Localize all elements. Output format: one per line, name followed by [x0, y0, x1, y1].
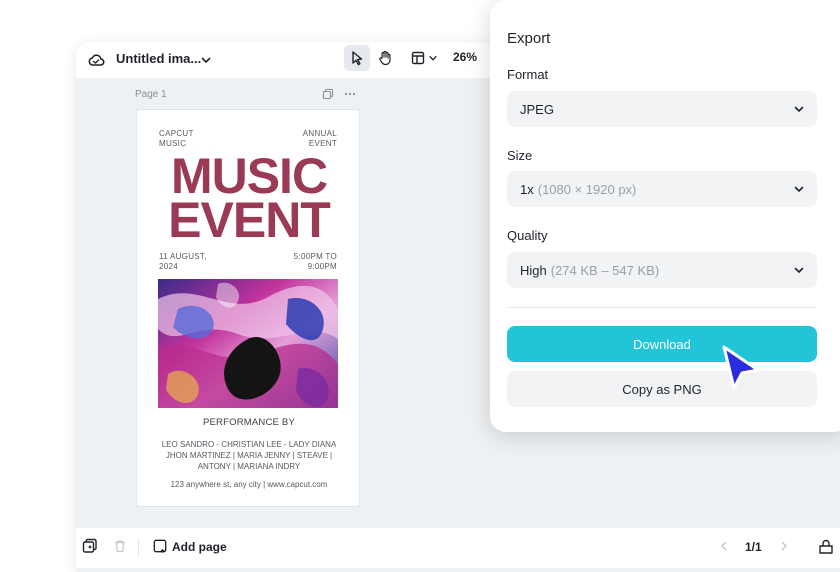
- add-layer-icon[interactable]: [82, 538, 98, 554]
- mouse-cursor-icon: [722, 345, 760, 390]
- poster-headline-line-2: EVENT: [168, 192, 331, 248]
- size-value: 1x: [520, 181, 534, 197]
- document-title[interactable]: Untitled ima...: [116, 51, 201, 66]
- poster-performers-line: ANTONY | MARIANA INDRY: [197, 462, 301, 471]
- format-value: JPEG: [520, 101, 554, 117]
- layout-menu-button[interactable]: [406, 45, 442, 71]
- chevron-down-icon: [428, 56, 437, 61]
- poster-date-line: 2024: [159, 262, 178, 271]
- quality-label: Quality: [507, 228, 548, 243]
- add-page-button[interactable]: Add page: [172, 540, 227, 554]
- poster-performance-label: PERFORMANCE BY: [202, 417, 295, 428]
- more-options-icon[interactable]: [344, 88, 356, 100]
- size-label: Size: [507, 148, 533, 163]
- poster-event-type: ANNUAL EVENT: [303, 129, 337, 149]
- size-select[interactable]: 1x (1080 × 1920 px): [507, 171, 817, 207]
- poster-artwork-image: [158, 279, 338, 408]
- chevron-down-icon[interactable]: [200, 54, 212, 66]
- layers-icon[interactable]: [818, 539, 834, 555]
- poster-date: 11 AUGUST, 2024: [159, 252, 207, 272]
- poster-performers: LEO SANDRO - CHRISTIAN LEE - LADY DIANA …: [151, 439, 347, 472]
- page-label: Page 1: [135, 89, 167, 100]
- chevron-down-icon: [794, 186, 804, 193]
- zoom-level[interactable]: 26%: [453, 50, 477, 64]
- poster-time-line: 9:00PM: [307, 262, 337, 271]
- trash-icon[interactable]: [112, 538, 128, 554]
- editor-bottom-bar: Add page 1/1: [76, 528, 840, 568]
- pointer-icon: [352, 51, 363, 66]
- chevron-left-icon[interactable]: [718, 540, 730, 552]
- panel-divider: [507, 307, 817, 308]
- poster-brand-line: CAPCUT: [159, 129, 194, 138]
- toolbar-divider: [138, 538, 139, 556]
- export-title: Export: [507, 30, 551, 47]
- poster-performers-line: JHON MARTINEZ | MARIA JENNY | STEAVE |: [165, 451, 333, 460]
- size-detail: (1080 × 1920 px): [537, 181, 637, 197]
- page-counter: 1/1: [745, 540, 762, 554]
- poster-time-line: 5:00PM TO: [293, 252, 337, 261]
- chevron-down-icon: [794, 106, 804, 113]
- poster-canvas[interactable]: CAPCUT MUSIC ANNUAL EVENT MUSIC EVENT 11…: [136, 109, 360, 507]
- hand-tool-button[interactable]: [372, 45, 398, 71]
- quality-select[interactable]: High (274 KB – 547 KB): [507, 252, 817, 288]
- poster-brand: CAPCUT MUSIC: [159, 129, 194, 149]
- add-page-icon[interactable]: [153, 539, 167, 553]
- format-select[interactable]: JPEG: [507, 91, 817, 127]
- download-button[interactable]: Download: [507, 326, 817, 362]
- copy-as-png-button[interactable]: Copy as PNG: [507, 371, 817, 407]
- quality-detail: (274 KB – 547 KB): [550, 262, 660, 278]
- page-actions: [322, 88, 356, 100]
- poster-event-type-line: ANNUAL: [302, 129, 337, 138]
- poster-time: 5:00PM TO 9:00PM: [294, 252, 337, 272]
- format-label: Format: [507, 67, 549, 82]
- quality-value: High: [520, 262, 547, 278]
- select-tool-button[interactable]: [344, 45, 370, 71]
- chevron-down-icon: [794, 267, 804, 274]
- chevron-right-icon[interactable]: [778, 540, 790, 552]
- hand-icon: [379, 50, 391, 66]
- poster-performers-line: LEO SANDRO - CHRISTIAN LEE - LADY DIANA: [161, 440, 337, 449]
- cloud-icon[interactable]: [86, 50, 106, 70]
- poster-address: 123 anywhere st, any city | www.capcut.c…: [170, 480, 328, 489]
- poster-date-line: 11 AUGUST,: [159, 252, 207, 261]
- layout-icon: [411, 51, 424, 65]
- export-panel: Export Format JPEG Size 1x (1080 × 1920 …: [490, 0, 840, 432]
- duplicate-page-icon[interactable]: [322, 88, 334, 100]
